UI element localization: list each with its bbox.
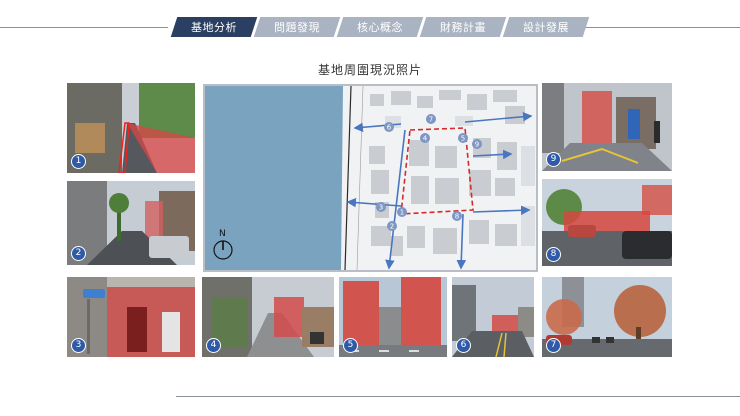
footer-rule <box>176 396 740 397</box>
site-photo-3[interactable]: 3 <box>67 277 195 357</box>
map-marker-7[interactable]: 7 <box>426 114 436 124</box>
header-rule-left <box>0 27 168 28</box>
photo-badge: 4 <box>206 338 221 353</box>
north-label: N <box>219 229 226 239</box>
svg-text:2: 2 <box>390 223 394 231</box>
header-rule-right <box>572 27 740 28</box>
tab-core-concept[interactable]: 核心概念 <box>340 17 420 37</box>
page-title: 基地周圍現況照片 <box>317 63 422 77</box>
photo-badge: 6 <box>456 338 471 353</box>
photo-badge: 5 <box>343 338 358 353</box>
site-photo-7[interactable]: 7 <box>542 277 672 357</box>
svg-text:9: 9 <box>475 141 479 149</box>
site-photo-2[interactable]: 2 <box>67 181 195 265</box>
photo-badge: 2 <box>71 246 86 261</box>
svg-text:7: 7 <box>429 116 433 124</box>
map-marker-8[interactable]: 8 <box>452 211 462 221</box>
tab-problem-discovery[interactable]: 問題發現 <box>257 17 337 37</box>
map-marker-2[interactable]: 2 <box>387 221 397 231</box>
map-marker-9[interactable]: 9 <box>472 139 482 149</box>
svg-text:8: 8 <box>455 213 459 221</box>
svg-text:3: 3 <box>379 204 383 212</box>
svg-text:1: 1 <box>400 209 404 217</box>
site-photo-9[interactable]: 9 <box>542 83 672 171</box>
site-photo-5[interactable]: 5 <box>339 277 447 357</box>
photo-badge: 9 <box>546 152 561 167</box>
site-map[interactable]: N 1 2 3 4 5 6 7 8 9 <box>203 84 538 272</box>
tab-site-analysis[interactable]: 基地分析 <box>174 17 254 37</box>
svg-text:5: 5 <box>461 135 465 143</box>
svg-text:6: 6 <box>387 124 392 132</box>
photo-badge: 8 <box>546 247 561 262</box>
tab-financial-plan[interactable]: 財務計畫 <box>423 17 503 37</box>
site-photo-4[interactable]: 4 <box>202 277 334 357</box>
photo-badge: 1 <box>71 154 86 169</box>
map-marker-3[interactable]: 3 <box>376 202 386 212</box>
map-marker-1[interactable]: 1 <box>397 207 407 217</box>
site-photo-6[interactable]: 6 <box>452 277 534 357</box>
photo-badge: 3 <box>71 338 86 353</box>
section-tabs: 基地分析 問題發現 核心概念 財務計畫 設計發展 <box>174 17 589 37</box>
svg-text:4: 4 <box>423 135 428 143</box>
map-marker-6[interactable]: 6 <box>384 122 394 132</box>
map-marker-5[interactable]: 5 <box>458 133 468 143</box>
map-marker-4[interactable]: 4 <box>420 133 430 143</box>
photo-badge: 7 <box>546 338 561 353</box>
site-photo-1[interactable]: 1 <box>67 83 195 173</box>
site-photo-8[interactable]: 8 <box>542 179 672 266</box>
tab-design-development[interactable]: 設計發展 <box>506 17 586 37</box>
